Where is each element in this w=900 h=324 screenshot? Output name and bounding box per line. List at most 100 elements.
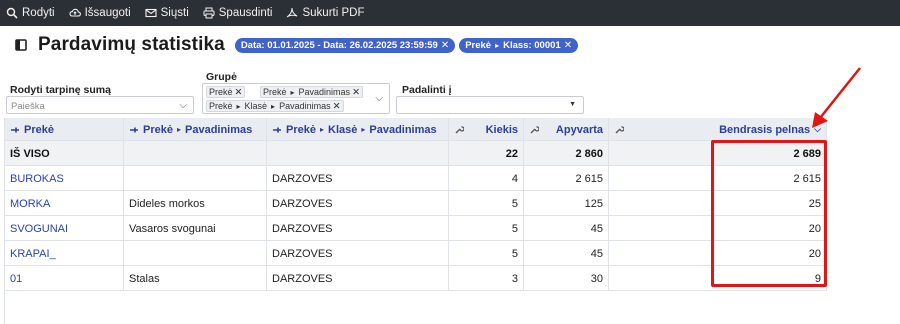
item-class-name: DARZOVES bbox=[267, 191, 449, 216]
show-button[interactable]: Rodyti bbox=[6, 7, 55, 19]
print-button-label: Spausdinti bbox=[218, 7, 273, 19]
wrench-icon bbox=[615, 125, 624, 133]
subtotal-select[interactable]: Paieška ⌵ bbox=[6, 96, 194, 114]
group-tag-part: Klasė bbox=[244, 101, 268, 111]
date-filter-chip[interactable]: Data: 01.01.2025 - Data: 26.02.2025 23:5… bbox=[234, 37, 456, 53]
subtotal-label: Rodyti tarpinę sumą bbox=[10, 84, 111, 96]
save-button[interactable]: Išsaugoti bbox=[69, 7, 131, 19]
class-filter-chip-label-b: Klass: 00001 bbox=[503, 39, 561, 51]
column-header-label: Prekė bbox=[143, 123, 173, 136]
cloud-upload-icon bbox=[69, 8, 81, 17]
table-header-row: Prekė Prekė ▸ Pavadinimas Prekė ▸ Klasė … bbox=[5, 118, 827, 141]
remove-icon[interactable]: ✕ bbox=[441, 40, 449, 51]
annotation-arrow-icon bbox=[812, 67, 861, 128]
title-row: Pardavimų statistika Data: 01.01.2025 - … bbox=[14, 34, 579, 56]
item-turnover: 45 bbox=[524, 216, 609, 241]
book-icon[interactable] bbox=[14, 38, 28, 52]
item-turnover: 45 bbox=[524, 241, 609, 266]
item-class-name: DARZOVES bbox=[267, 166, 449, 191]
split-select[interactable]: ▼ bbox=[396, 96, 584, 114]
column-header-item-class-name[interactable]: Prekė ▸ Klasė ▸ Pavadinimas bbox=[267, 118, 449, 141]
show-button-label: Rodyti bbox=[22, 7, 55, 19]
path-arrow-icon: ▸ bbox=[290, 87, 295, 97]
item-name: Dideles morkos bbox=[124, 191, 267, 216]
total-label: IŠ VISO bbox=[5, 141, 124, 166]
send-button[interactable]: Siųsti bbox=[145, 7, 189, 19]
group-tag[interactable]: Prekė ▸ Klasė ▸ Pavadinimas ✕ bbox=[206, 100, 344, 112]
column-header-label: Prekė bbox=[286, 123, 316, 136]
mail-icon bbox=[145, 8, 157, 18]
item-turnover: 125 bbox=[524, 191, 609, 216]
path-arrow-icon: ▸ bbox=[319, 125, 324, 134]
group-tag[interactable]: Prekė ▸ Pavadinimas ✕ bbox=[260, 86, 364, 98]
total-turnover: 2 860 bbox=[524, 141, 609, 166]
item-link[interactable]: KRAPAI_ bbox=[5, 241, 124, 266]
item-turnover: 30 bbox=[524, 266, 609, 291]
group-tag-part: Prekė bbox=[209, 87, 233, 97]
path-arrow-icon: ▸ bbox=[236, 101, 241, 111]
item-link[interactable]: 01 bbox=[5, 266, 124, 291]
class-filter-chip[interactable]: Prekė ▸ Klass: 00001 ✕ bbox=[459, 37, 579, 53]
item-link[interactable]: BUROKAS bbox=[5, 166, 124, 191]
create-pdf-button-label: Sukurti PDF bbox=[302, 7, 365, 19]
item-name bbox=[124, 241, 267, 266]
pdf-icon bbox=[287, 7, 298, 18]
group-label: Grupė bbox=[206, 71, 237, 83]
chevron-down-icon: ⌵ bbox=[179, 100, 187, 111]
column-header-qty[interactable]: Kiekis bbox=[449, 118, 524, 141]
column-header-label: Bendrasis pelnas bbox=[719, 123, 811, 136]
print-button[interactable]: Spausdinti bbox=[203, 7, 273, 19]
remove-icon[interactable]: ✕ bbox=[235, 87, 243, 98]
remove-icon[interactable]: ✕ bbox=[564, 40, 572, 51]
create-pdf-button[interactable]: Sukurti PDF bbox=[286, 7, 364, 19]
pin-icon bbox=[11, 127, 19, 132]
table-row: SVOGUNAI Vasaros svogunai DARZOVES 5 45 … bbox=[5, 216, 827, 241]
filters: Rodyti tarpinę sumą Paieška ⌵ Grupė Prek… bbox=[0, 70, 900, 116]
remove-icon[interactable]: ✕ bbox=[352, 87, 360, 98]
group-tag-part: Prekė bbox=[263, 87, 287, 97]
wrench-icon bbox=[530, 125, 539, 133]
path-arrow-icon: ▸ bbox=[271, 101, 276, 111]
table-row: BUROKAS DARZOVES 4 2 615 2 615 bbox=[5, 166, 827, 191]
remove-icon[interactable]: ✕ bbox=[333, 101, 341, 112]
item-link[interactable]: MORKA bbox=[5, 191, 124, 216]
group-tag-part: Pavadinimas bbox=[298, 87, 351, 97]
caret-down-icon: ▼ bbox=[569, 101, 576, 108]
path-arrow-icon: ▸ bbox=[361, 125, 366, 134]
group-select[interactable]: Prekė ✕ Prekė ▸ Pavadinimas ✕ Prekė ▸ Kl… bbox=[202, 83, 390, 114]
item-class-name: DARZOVES bbox=[267, 241, 449, 266]
highlight-box bbox=[711, 140, 827, 287]
item-name: Stalas bbox=[124, 266, 267, 291]
column-header-label: Pavadinimas bbox=[185, 123, 253, 136]
item-qty: 5 bbox=[449, 191, 524, 216]
table-row: KRAPAI_ DARZOVES 5 45 20 bbox=[5, 241, 827, 266]
send-button-label: Siųsti bbox=[160, 7, 189, 19]
pin-icon bbox=[273, 127, 281, 132]
wrench-icon bbox=[455, 125, 464, 133]
item-qty: 3 bbox=[449, 266, 524, 291]
item-turnover: 2 615 bbox=[524, 166, 609, 191]
group-tag-part: Prekė bbox=[209, 101, 233, 111]
path-arrow-icon: ▸ bbox=[495, 40, 500, 50]
item-class-name: DARZOVES bbox=[267, 266, 449, 291]
group-tag-part: Pavadinimas bbox=[279, 101, 331, 111]
total-qty: 22 bbox=[449, 141, 524, 166]
column-header-label: Apyvarta bbox=[555, 123, 603, 136]
save-button-label: Išsaugoti bbox=[84, 7, 131, 19]
column-header-profit[interactable]: Bendrasis pelnas ⌵ bbox=[609, 118, 827, 141]
group-tag[interactable]: Prekė ✕ bbox=[206, 86, 246, 98]
printer-icon bbox=[203, 7, 215, 19]
table-row: MORKA Dideles morkos DARZOVES 5 125 25 bbox=[5, 191, 827, 216]
column-header-turnover[interactable]: Apyvarta bbox=[524, 118, 609, 141]
subtotal-placeholder: Paieška bbox=[11, 101, 45, 112]
column-header-label: Klasė bbox=[328, 123, 358, 136]
item-link[interactable]: SVOGUNAI bbox=[5, 216, 124, 241]
item-qty: 5 bbox=[449, 216, 524, 241]
item-name bbox=[124, 166, 267, 191]
column-header-label: Pavadinimas bbox=[369, 123, 437, 136]
column-header-label: Kiekis bbox=[485, 123, 518, 136]
item-qty: 4 bbox=[449, 166, 524, 191]
column-header-item-name[interactable]: Prekė ▸ Pavadinimas bbox=[124, 118, 267, 141]
column-header-item[interactable]: Prekė bbox=[5, 118, 124, 141]
table-cell bbox=[267, 141, 449, 166]
